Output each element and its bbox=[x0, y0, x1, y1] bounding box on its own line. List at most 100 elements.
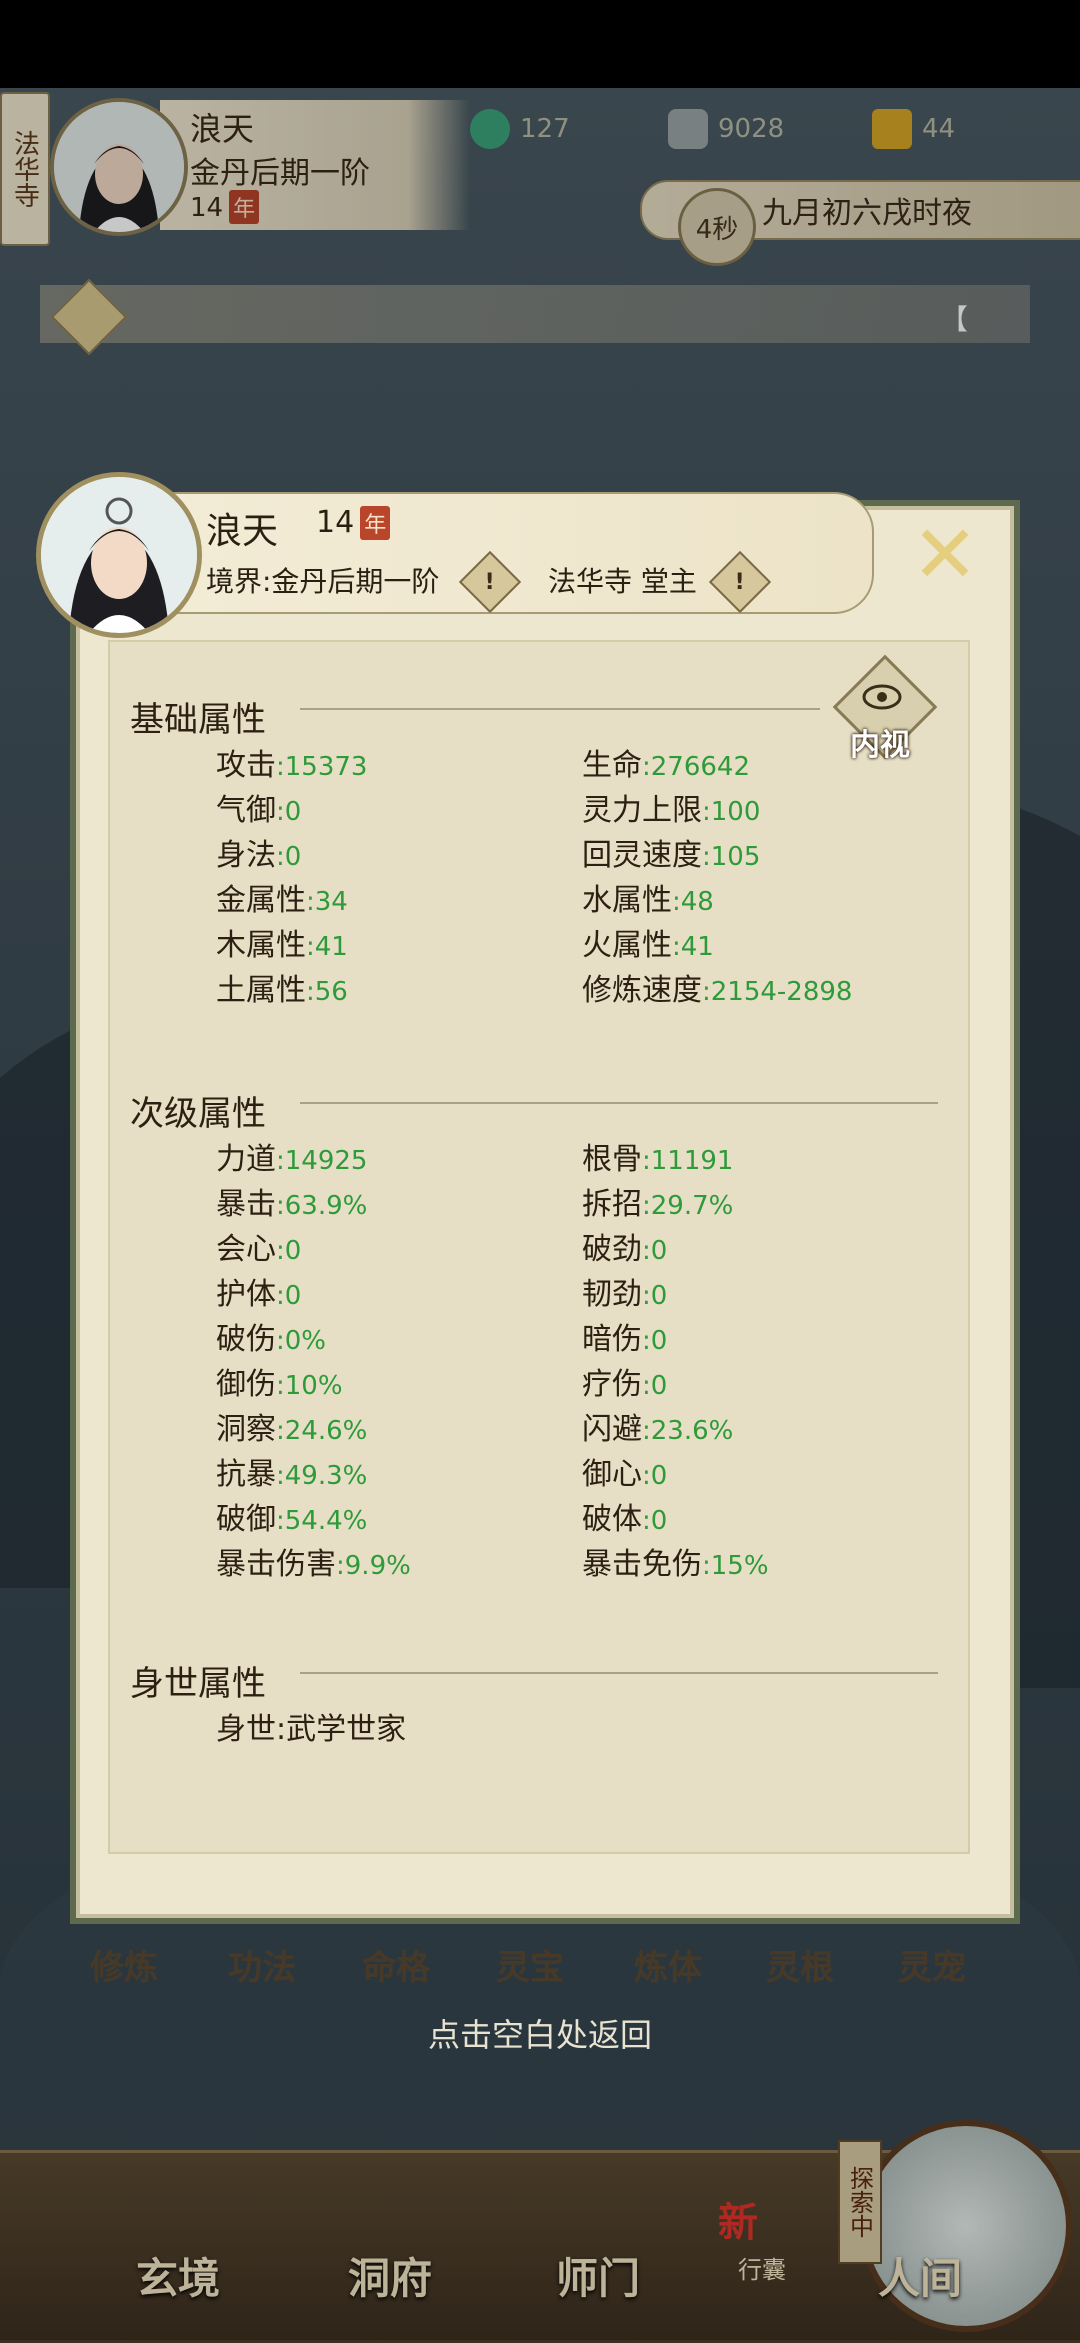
secondary-attributes-left: 力道:14925 暴击:63.9% 会心:0 护体:0 破伤:0% 御伤:10% 洞察:24… bbox=[216, 1134, 411, 1584]
stat-label: 攻击 bbox=[216, 748, 276, 783]
return-hint: 点击空白处返回 bbox=[427, 2016, 652, 2054]
age-value: 14 bbox=[316, 505, 355, 540]
inner-view-button[interactable]: 内视 bbox=[850, 720, 910, 764]
stat-value: :0 bbox=[276, 1281, 302, 1311]
stat-label: 火属性 bbox=[582, 928, 672, 963]
sect-label: 法华寺 堂主 bbox=[548, 565, 697, 598]
stat-value: :武学世家 bbox=[276, 1712, 407, 1747]
stat-label: 生命 bbox=[582, 748, 642, 783]
stat-label: 韧劲 bbox=[582, 1277, 642, 1312]
stat-label: 护体 bbox=[216, 1277, 276, 1312]
stat-value: :63.9% bbox=[276, 1191, 368, 1221]
stat-row: 身世:武学世家 bbox=[216, 1704, 406, 1749]
stat-label: 修炼速度 bbox=[582, 973, 702, 1008]
stat-value: :105 bbox=[702, 842, 761, 872]
stat-value: :23.6% bbox=[642, 1416, 734, 1446]
stat-label: 暴击伤害 bbox=[216, 1547, 336, 1582]
stat-row: 破体:0 bbox=[582, 1494, 769, 1539]
stat-row: 御心:0 bbox=[582, 1449, 769, 1494]
stat-label: 拆招 bbox=[582, 1187, 642, 1222]
stat-row: 土属性:56 bbox=[216, 965, 367, 1010]
stat-row: 力道:14925 bbox=[216, 1134, 411, 1179]
stat-label: 闪避 bbox=[582, 1412, 642, 1447]
stat-value: :0 bbox=[642, 1326, 668, 1356]
stat-value: :56 bbox=[306, 977, 348, 1007]
stat-row: 金属性:34 bbox=[216, 875, 367, 920]
close-button[interactable]: ✕ bbox=[900, 510, 990, 600]
stat-value: :0 bbox=[276, 842, 302, 872]
character-age: 14 年 bbox=[316, 505, 391, 540]
stat-value: :15373 bbox=[276, 752, 368, 782]
stat-row: 回灵速度:105 bbox=[582, 830, 852, 875]
stat-row: 修炼速度:2154-2898 bbox=[582, 965, 852, 1010]
realm-label: 境界:金丹后期一阶 bbox=[206, 565, 440, 598]
stat-label: 疗伤 bbox=[582, 1367, 642, 1402]
stat-row: 水属性:48 bbox=[582, 875, 852, 920]
stat-value: :34 bbox=[306, 887, 348, 917]
stat-label: 土属性 bbox=[216, 973, 306, 1008]
stat-value: :14925 bbox=[276, 1146, 368, 1176]
basic-attributes-left: 攻击:15373 气御:0 身法:0 金属性:34 木属性:41 土属性:56 bbox=[216, 740, 367, 1010]
stat-value: :0% bbox=[276, 1326, 327, 1356]
stat-row: 破御:54.4% bbox=[216, 1494, 411, 1539]
stat-label: 会心 bbox=[216, 1232, 276, 1267]
stat-value: :0 bbox=[276, 797, 302, 827]
secondary-attributes-right: 根骨:11191 拆招:29.7% 破劲:0 韧劲:0 暗伤:0 疗伤:0 闪避:23.6%… bbox=[582, 1134, 769, 1584]
stat-value: :48 bbox=[672, 887, 714, 917]
stat-label: 洞察 bbox=[216, 1412, 276, 1447]
stat-value: :0 bbox=[642, 1236, 668, 1266]
stat-value: :41 bbox=[672, 932, 714, 962]
stat-row: 破劲:0 bbox=[582, 1224, 769, 1269]
stat-label: 回灵速度 bbox=[582, 838, 702, 873]
eye-glyph-icon bbox=[862, 684, 902, 710]
stat-label: 御心 bbox=[582, 1457, 642, 1492]
stat-row: 破伤:0% bbox=[216, 1314, 411, 1359]
stat-row: 木属性:41 bbox=[216, 920, 367, 965]
stat-value: :0 bbox=[642, 1281, 668, 1311]
stat-value: :276642 bbox=[642, 752, 751, 782]
stat-row: 御伤:10% bbox=[216, 1359, 411, 1404]
stat-row: 会心:0 bbox=[216, 1224, 411, 1269]
stat-row: 暴击:63.9% bbox=[216, 1179, 411, 1224]
stat-row: 暴击伤害:9.9% bbox=[216, 1539, 411, 1584]
stat-label: 破劲 bbox=[582, 1232, 642, 1267]
stat-row: 灵力上限:100 bbox=[582, 785, 852, 830]
stat-value: :0 bbox=[642, 1371, 668, 1401]
stat-value: :9.9% bbox=[336, 1551, 411, 1581]
stat-label: 根骨 bbox=[582, 1142, 642, 1177]
stat-value: :2154-2898 bbox=[702, 977, 853, 1007]
character-name: 浪天 bbox=[206, 511, 279, 552]
stat-value: :41 bbox=[306, 932, 348, 962]
stat-row: 暴击免伤:15% bbox=[582, 1539, 769, 1584]
stat-row: 洞察:24.6% bbox=[216, 1404, 411, 1449]
stat-label: 御伤 bbox=[216, 1367, 276, 1402]
stat-label: 暴击免伤 bbox=[582, 1547, 702, 1582]
stat-row: 火属性:41 bbox=[582, 920, 852, 965]
stat-label: 水属性 bbox=[582, 883, 672, 918]
background-attributes-title: 身世属性 bbox=[130, 1664, 266, 1704]
stat-label: 破御 bbox=[216, 1502, 276, 1537]
stat-value: :0 bbox=[642, 1506, 668, 1536]
secondary-attributes-title: 次级属性 bbox=[130, 1094, 266, 1134]
section-divider bbox=[300, 708, 820, 710]
stat-value: :24.6% bbox=[276, 1416, 368, 1446]
stat-label: 抗暴 bbox=[216, 1457, 276, 1492]
stat-value: :0 bbox=[642, 1461, 668, 1491]
stat-label: 身世 bbox=[216, 1712, 276, 1747]
stat-value: :10% bbox=[276, 1371, 343, 1401]
stat-label: 破体 bbox=[582, 1502, 642, 1537]
stat-row: 暗伤:0 bbox=[582, 1314, 769, 1359]
stat-value: :49.3% bbox=[276, 1461, 368, 1491]
stat-label: 气御 bbox=[216, 793, 276, 828]
stat-label: 木属性 bbox=[216, 928, 306, 963]
section-divider bbox=[300, 1672, 938, 1674]
stat-row: 身法:0 bbox=[216, 830, 367, 875]
stat-value: :11191 bbox=[642, 1146, 734, 1176]
section-divider bbox=[300, 1102, 938, 1104]
stat-row: 韧劲:0 bbox=[582, 1269, 769, 1314]
stat-value: :29.7% bbox=[642, 1191, 734, 1221]
stat-value: :15% bbox=[702, 1551, 769, 1581]
stat-label: 暗伤 bbox=[582, 1322, 642, 1357]
stat-label: 身法 bbox=[216, 838, 276, 873]
background-attributes: 身世:武学世家 bbox=[216, 1704, 406, 1749]
